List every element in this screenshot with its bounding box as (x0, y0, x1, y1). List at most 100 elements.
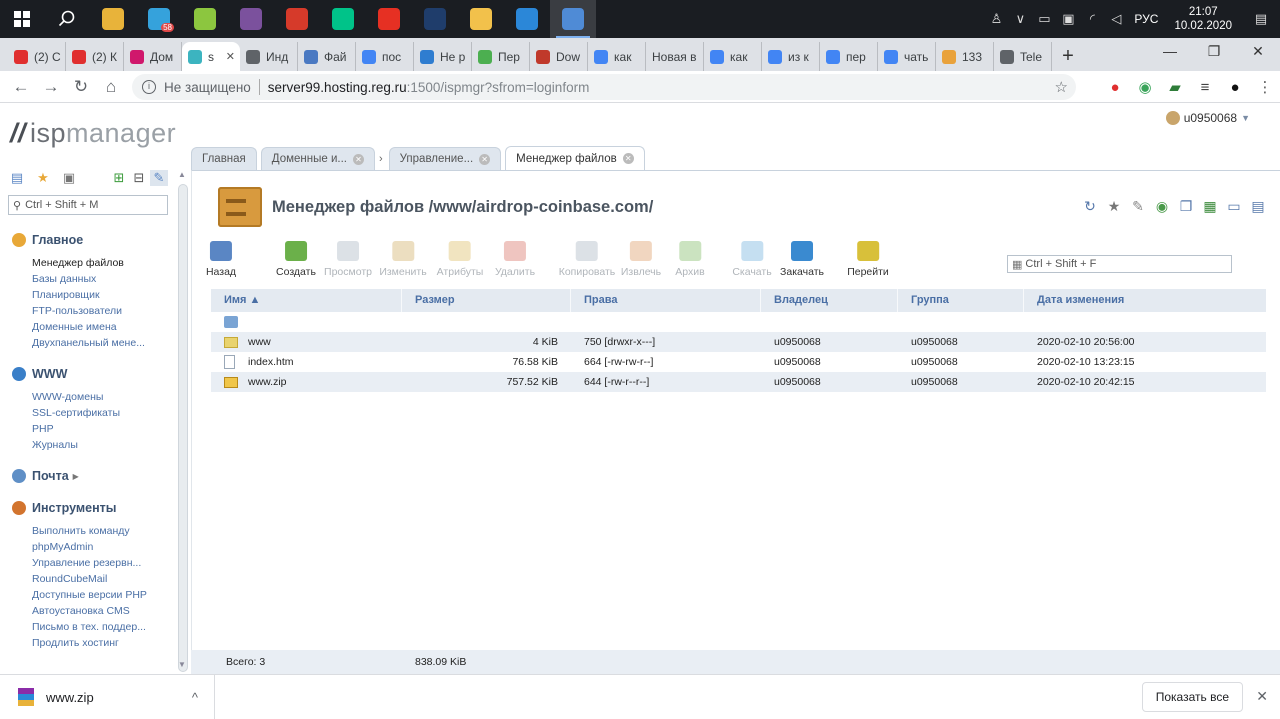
audition-icon[interactable] (320, 0, 366, 38)
toolbar-button[interactable]: Закачать (780, 241, 824, 278)
excel-export-icon[interactable]: ▦ (1198, 197, 1222, 215)
sidebar-item[interactable]: FTP-пользователи (0, 303, 176, 319)
close-icon[interactable]: ✕ (622, 153, 634, 164)
minimize-icon[interactable]: — (1148, 38, 1192, 66)
collapse-all-icon[interactable]: ⊟ (130, 170, 148, 186)
notification-icon[interactable]: ▤ (1242, 11, 1280, 27)
toolbar-button[interactable]: Просмотр (324, 241, 372, 278)
user-menu[interactable]: u0950068 ▼ (1165, 111, 1250, 125)
evernote-icon[interactable] (182, 0, 228, 38)
favorites-star-icon[interactable]: ★ (34, 170, 52, 186)
scroll-up-icon[interactable]: ▲ (178, 170, 186, 179)
toolbar-button[interactable]: Создать (276, 241, 316, 278)
sidebar-group-header[interactable]: Главное (0, 231, 176, 249)
close-tab-icon[interactable]: ✕ (226, 50, 235, 63)
column-owner[interactable]: Владелец (761, 289, 898, 312)
restore-icon[interactable]: ❐ (1192, 38, 1236, 66)
reload-icon[interactable]: ↻ (66, 77, 96, 97)
global-icon[interactable]: ◉ (1150, 197, 1174, 215)
search-icon[interactable] (44, 0, 90, 38)
filezilla-icon[interactable] (274, 0, 320, 38)
sidebar-group-header[interactable]: Почта ▶ (0, 467, 176, 485)
sidebar-item[interactable]: phpMyAdmin (0, 539, 176, 555)
browser-tab[interactable]: Инд (240, 42, 298, 71)
new-tab-button[interactable]: + (1052, 42, 1084, 71)
browser-tab[interactable]: Не р (414, 42, 472, 71)
profile-avatar-icon[interactable]: ● (1220, 75, 1250, 99)
back-arrow-icon[interactable]: ← (6, 77, 36, 97)
table-search-input[interactable]: ▦ Ctrl + Shift + F (1007, 255, 1232, 273)
print-icon[interactable]: ▭ (1222, 197, 1246, 215)
sidebar-item[interactable]: Планировщик (0, 287, 176, 303)
browser-tab[interactable]: пос (356, 42, 414, 71)
column-size[interactable]: Размер (402, 289, 571, 312)
tab-management[interactable]: Управление... ✕ (388, 147, 502, 170)
table-row[interactable]: www 4 KiB 750 [drwxr-x---] u0950068 u0950068… (211, 332, 1266, 352)
sheet-extension-icon[interactable]: ▰ (1160, 75, 1190, 99)
sidebar-item[interactable]: WWW-домены (0, 389, 176, 405)
viber-icon[interactable] (228, 0, 274, 38)
sidebar-item[interactable]: Письмо в тех. поддер... (0, 619, 176, 635)
browser-menu-icon[interactable]: ⋮ (1250, 75, 1280, 99)
playlist-icon[interactable]: ≡ (1190, 75, 1220, 99)
tree-view-icon[interactable]: ▤ (8, 170, 26, 186)
browser-tab[interactable]: (2) С (8, 42, 66, 71)
settings-table-icon[interactable]: ▤ (1246, 197, 1270, 215)
windows-start-icon[interactable] (0, 0, 44, 38)
browser-tab[interactable]: Фай (298, 42, 356, 71)
sidebar-item[interactable]: Автоустановка CMS (0, 603, 176, 619)
sidebar-search-input[interactable]: ⚲ Ctrl + Shift + M (8, 195, 168, 215)
browser-tab[interactable]: из к (762, 42, 820, 71)
sidebar-item[interactable]: Выполнить команду (0, 523, 176, 539)
toolbar-button[interactable]: Атрибуты (437, 241, 483, 278)
chevron-up-icon[interactable]: ^ (192, 690, 198, 705)
language-indicator[interactable]: РУС (1128, 12, 1164, 26)
sidebar-item[interactable]: Доменные имена (0, 319, 176, 335)
column-name[interactable]: Имя ▲ (211, 289, 402, 312)
volume-icon[interactable]: ◁ (1104, 11, 1128, 27)
column-group[interactable]: Группа (898, 289, 1024, 312)
sidebar-item[interactable]: PHP (0, 421, 176, 437)
toolbar-button[interactable]: Перейти (847, 241, 889, 278)
photoshop-icon[interactable] (412, 0, 458, 38)
sidebar-item[interactable]: Продлить хостинг (0, 635, 176, 651)
sidebar-group-header[interactable]: WWW (0, 365, 176, 383)
wifi-icon[interactable]: ◜ (1080, 11, 1104, 27)
toolbar-button[interactable]: Извлечь (621, 241, 661, 278)
toolbar-button[interactable]: Копировать (559, 241, 615, 278)
display-icon[interactable]: ▣ (1056, 11, 1080, 27)
info-icon[interactable]: i (142, 80, 156, 94)
chrome-icon[interactable] (90, 0, 136, 38)
chrome-active-icon[interactable] (550, 0, 596, 38)
toolbar-button[interactable]: Архив (675, 241, 705, 278)
clock[interactable]: 21:07 10.02.2020 (1164, 5, 1242, 33)
tab-home[interactable]: Главная (191, 147, 257, 170)
download-item[interactable]: www.zip ^ (0, 674, 215, 719)
browser-tab[interactable]: пер (820, 42, 878, 71)
forward-arrow-icon[interactable]: → (36, 77, 66, 97)
browser-tab[interactable]: Tele (994, 42, 1052, 71)
favorite-star-icon[interactable]: ★ (1102, 197, 1126, 215)
sidebar-scrollbar[interactable]: ▲ ▼ (176, 167, 190, 672)
chevron-up-icon[interactable]: ∨ (1008, 11, 1032, 27)
sidebar-item[interactable]: RoundCubeMail (0, 571, 176, 587)
browser-tab[interactable]: 133 (936, 42, 994, 71)
tab-file-manager[interactable]: Менеджер файлов ✕ (505, 146, 645, 170)
telegram-icon[interactable]: 58 (136, 0, 182, 38)
toolbar-button[interactable]: Скачать (732, 241, 772, 278)
pin-icon[interactable]: ✎ (150, 170, 168, 186)
expand-all-icon[interactable]: ⊞ (110, 170, 128, 186)
toolbar-button[interactable]: Назад (206, 241, 236, 278)
briefcase-icon[interactable]: ▣ (60, 170, 78, 186)
table-row[interactable]: www.zip 757.52 KiB 644 [-rw-r--r--] u095006… (211, 372, 1266, 392)
record-icon[interactable]: ◉ (1130, 75, 1160, 99)
refresh-icon[interactable]: ↻ (1078, 197, 1102, 215)
opera-vpn-icon[interactable]: ● (1100, 75, 1130, 99)
browser-tab[interactable]: как (704, 42, 762, 71)
sidebar-item[interactable]: Доступные версии PHP (0, 587, 176, 603)
close-icon[interactable]: ✕ (352, 153, 364, 165)
toolbar-button[interactable]: Удалить (495, 241, 535, 278)
sidebar-item[interactable]: Двухпанельный мене... (0, 335, 176, 351)
home-icon[interactable]: ⌂ (96, 77, 126, 97)
sidebar-item[interactable]: Менеджер файлов (0, 255, 176, 271)
